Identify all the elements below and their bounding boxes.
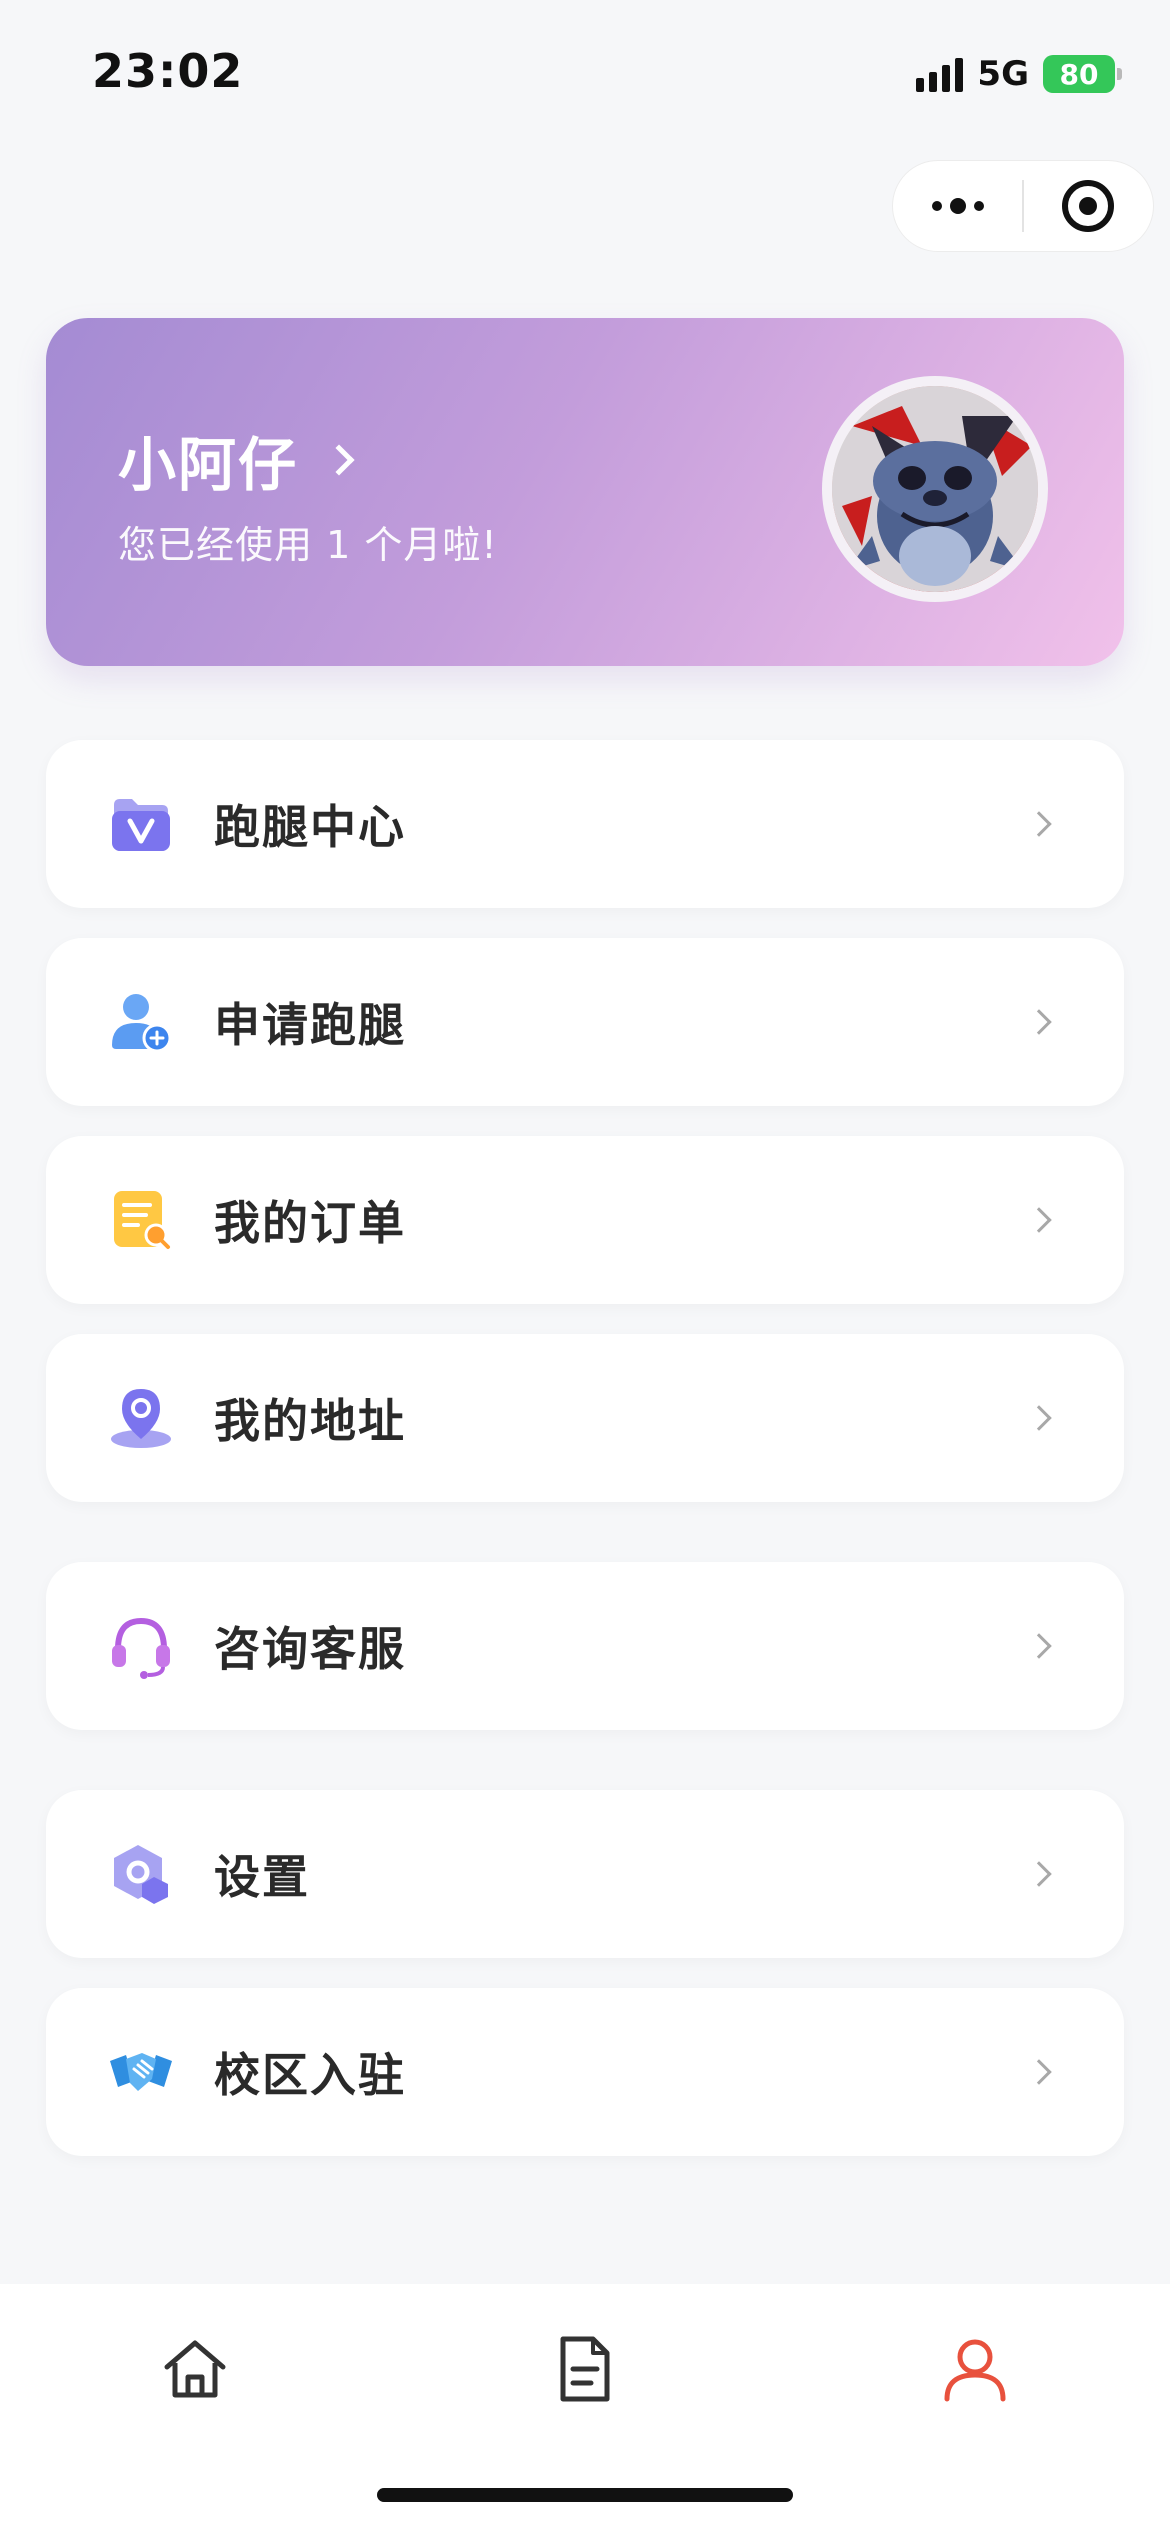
status-time: 23:02: [92, 44, 244, 98]
battery-icon: 80: [1043, 55, 1122, 93]
menu-item-campus-join[interactable]: 校区入驻: [46, 1988, 1124, 2156]
chevron-right-icon: [1026, 1405, 1052, 1431]
menu-item-label: 跑腿中心: [214, 800, 406, 854]
order-document-icon: [114, 1191, 170, 1249]
tab-orders[interactable]: [540, 2324, 630, 2414]
close-miniprogram-button[interactable]: [1024, 160, 1153, 252]
battery-level: 80: [1059, 57, 1099, 91]
avatar[interactable]: [822, 376, 1048, 602]
home-icon: [164, 2340, 226, 2398]
user-add-icon: [112, 994, 172, 1053]
network-type: 5G: [977, 54, 1029, 94]
menu-item-apply-errand[interactable]: 申请跑腿: [46, 938, 1124, 1106]
more-menu-button[interactable]: [893, 160, 1022, 252]
location-pin-icon: [111, 1389, 171, 1448]
settings-hex-icon: [114, 1845, 168, 1904]
menu-item-errand-center[interactable]: 跑腿中心: [46, 740, 1124, 908]
menu-item-label: 设置: [214, 1850, 310, 1904]
handshake-icon: [110, 2053, 172, 2091]
menu-item-my-orders[interactable]: 我的订单: [46, 1136, 1124, 1304]
menu-item-my-address[interactable]: 我的地址: [46, 1334, 1124, 1502]
user-icon: [944, 2339, 1006, 2402]
profile-card[interactable]: 小阿仔 您已经使用 1 个月啦!: [46, 318, 1124, 666]
home-indicator[interactable]: [377, 2488, 793, 2502]
username: 小阿仔: [118, 431, 299, 499]
chevron-right-icon: [1026, 1207, 1052, 1233]
chevron-right-icon: [323, 444, 355, 476]
cellular-signal-icon: [916, 56, 964, 92]
menu-item-label: 我的地址: [214, 1394, 406, 1448]
menu-item-label: 校区入驻: [214, 2048, 406, 2102]
chevron-right-icon: [1026, 2059, 1052, 2085]
username-row[interactable]: 小阿仔: [118, 418, 355, 502]
menu-item-label: 咨询客服: [214, 1622, 406, 1676]
menu-item-settings[interactable]: 设置: [46, 1790, 1124, 1958]
menu-item-label: 申请跑腿: [214, 998, 406, 1052]
menu-item-label: 我的订单: [214, 1196, 406, 1250]
chevron-right-icon: [1026, 1861, 1052, 1887]
avatar-image: [832, 386, 1038, 592]
more-dots-icon: [931, 198, 984, 214]
tab-home[interactable]: [150, 2324, 240, 2414]
menu-item-customer-service[interactable]: 咨询客服: [46, 1562, 1124, 1730]
document-icon: [560, 2336, 610, 2402]
v-badge-icon: [112, 799, 170, 851]
chevron-right-icon: [1026, 811, 1052, 837]
chevron-right-icon: [1026, 1633, 1052, 1659]
tab-profile[interactable]: [930, 2324, 1020, 2414]
headset-icon: [112, 1617, 170, 1679]
status-bar: 23:02 5G 80: [0, 0, 1170, 150]
status-indicators: 5G 80: [916, 52, 1122, 96]
miniprogram-capsule: [892, 160, 1154, 252]
chevron-right-icon: [1026, 1009, 1052, 1035]
profile-screen: 23:02 5G 80 小阿仔 您已经使用 1 个月啦! 跑腿中心 申请跑腿 我…: [0, 0, 1170, 2532]
target-circle-icon: [1062, 180, 1115, 232]
usage-duration-text: 您已经使用 1 个月啦!: [118, 523, 498, 567]
